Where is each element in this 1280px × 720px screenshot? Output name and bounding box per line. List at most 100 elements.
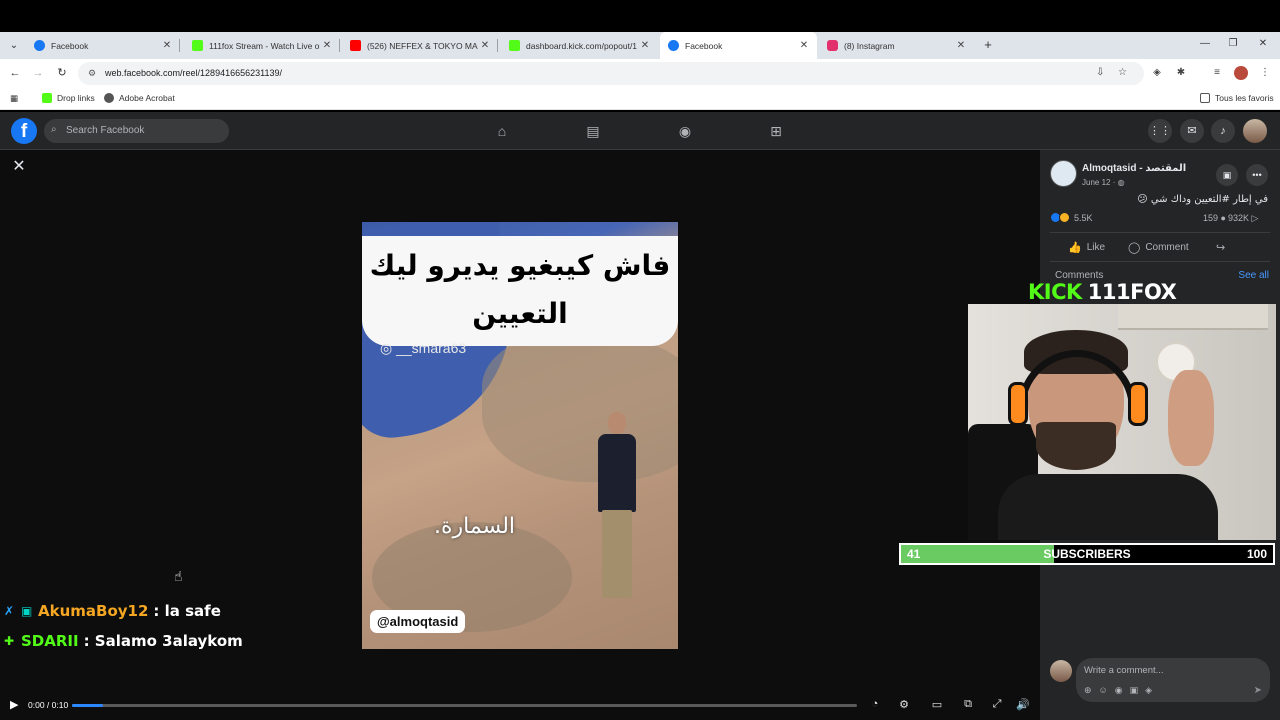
comment-composer: Write a comment... ⊕☺◉▣◈ ➤ <box>1050 658 1270 710</box>
notifications-bell-icon[interactable]: ♪ <box>1211 119 1235 143</box>
facebook-logo-icon[interactable]: f <box>11 118 37 144</box>
groups-icon[interactable]: ◉ <box>675 121 695 141</box>
reel-caption-text: فاش كيبغيو يديرو ليك التعيين <box>362 236 678 346</box>
kick-channel-banner: KICK 111FOX <box>1028 280 1177 304</box>
search-input[interactable]: ⌕ Search Facebook <box>44 119 229 143</box>
more-options-icon[interactable]: ••• <box>1246 164 1268 186</box>
subscriber-current: 41 <box>907 547 921 561</box>
browser-menu-icon[interactable]: ⋮ <box>1258 67 1272 78</box>
close-tab-icon[interactable]: ✕ <box>954 40 968 51</box>
browser-tab[interactable]: 111fox Stream - Watch Live on ✕ <box>184 32 340 59</box>
captions-bubble-icon[interactable]: ◔ <box>868 698 882 710</box>
all-bookmarks[interactable]: Tous les favoris <box>1200 93 1274 103</box>
reel-video[interactable]: فاش كيبغيو يديرو ليك التعيين ◎ __smara63… <box>362 222 678 649</box>
lock-icon[interactable]: ▣ <box>1216 164 1238 186</box>
url-text[interactable]: web.facebook.com/reel/1289416656231139/ <box>105 68 282 78</box>
webcam-background-shelf <box>1118 304 1268 330</box>
post-date: June 12 · ◍ <box>1082 178 1125 187</box>
streamer-figure <box>1168 370 1214 466</box>
haha-reaction-icon <box>1059 212 1070 223</box>
headphones-icon <box>1128 382 1148 426</box>
search-icon: ⌕ <box>51 124 57 135</box>
close-tab-icon[interactable]: ✕ <box>478 40 492 51</box>
bookmark-adobe-acrobat[interactable]: Adobe Acrobat <box>104 93 175 103</box>
account-avatar[interactable] <box>1243 119 1267 143</box>
comment-button[interactable]: ◯ Comment <box>1128 241 1189 254</box>
extensions-puzzle-icon[interactable]: ✱ <box>1174 67 1188 78</box>
video-progress-fill <box>72 704 104 707</box>
minimize-icon[interactable]: — <box>1198 38 1212 49</box>
browser-tab-strip: ⌄ Facebook ✕ 111fox Stream - Watch Live … <box>0 32 1280 59</box>
browser-tab[interactable]: (8) Instagram ✕ <box>819 32 974 59</box>
comment-label: Comment <box>1145 242 1189 253</box>
closed-captions-icon[interactable]: ▭ <box>930 698 944 711</box>
settings-gear-icon[interactable]: ⚙ <box>897 698 911 711</box>
messenger-icon[interactable]: ✉ <box>1180 119 1204 143</box>
tab-title: Facebook <box>685 40 723 51</box>
picture-in-picture-icon[interactable]: ⧉ <box>961 698 975 711</box>
site-info-icon[interactable]: ⚙ <box>88 68 96 79</box>
bookmark-star-icon[interactable]: ☆ <box>1118 67 1127 78</box>
restore-icon[interactable]: ❐ <box>1226 38 1240 49</box>
close-window-icon[interactable]: ✕ <box>1256 38 1270 49</box>
kick-logo-text: KICK <box>1028 280 1082 304</box>
page-avatar[interactable] <box>1050 160 1077 187</box>
close-tab-icon[interactable]: ✕ <box>638 40 652 51</box>
bookmarks-bar: ▦ Drop links Adobe Acrobat Tous les favo… <box>0 88 1280 110</box>
video-progress-bar[interactable] <box>72 704 857 707</box>
tab-title: dashboard.kick.com/popout/1 <box>526 40 638 51</box>
browser-tab[interactable]: (526) NEFFEX & TOKYO MACHI ✕ <box>342 32 498 59</box>
facebook-favicon-icon <box>34 40 45 51</box>
subscriber-goal: 100 <box>1246 547 1267 561</box>
play-icon[interactable]: ▶ <box>10 698 18 711</box>
share-button[interactable]: ↪ <box>1216 241 1230 254</box>
thumbs-up-icon: 👍 <box>1068 242 1082 254</box>
chat-text: : la safe <box>153 602 221 620</box>
menu-grid-icon[interactable]: ⋮⋮ <box>1148 119 1172 143</box>
tab-search-icon[interactable]: ⌄ <box>6 38 22 54</box>
install-app-icon[interactable]: ⇩ <box>1096 67 1104 78</box>
close-tab-icon[interactable]: ✕ <box>160 40 174 51</box>
volume-icon[interactable]: 🔊 <box>1016 698 1030 711</box>
apps-grid-icon[interactable]: ▦ <box>10 93 18 104</box>
reel-viewer: ✕ فاش كيبغيو يديرو ليك التعيين ◎ __smara… <box>0 150 1040 720</box>
search-placeholder: Search Facebook <box>66 125 145 136</box>
comments-count-text: 159 <box>1203 213 1219 223</box>
send-icon[interactable]: ➤ <box>1254 685 1262 696</box>
home-icon[interactable]: ⌂ <box>492 121 512 141</box>
bookmark-drop-links[interactable]: Drop links <box>42 93 95 103</box>
back-icon[interactable]: ← <box>8 66 22 80</box>
page-name[interactable]: Almoqtasid - المقتصد <box>1082 163 1186 174</box>
media-control-icon[interactable]: ≡ <box>1210 67 1224 78</box>
profile-icon[interactable] <box>1234 66 1248 80</box>
browser-tab[interactable]: Facebook ✕ <box>26 32 180 59</box>
like-button[interactable]: 👍 Like <box>1068 241 1105 254</box>
address-bar[interactable]: ⚙ web.facebook.com/reel/1289416656231139… <box>78 62 1144 85</box>
comment-input[interactable]: Write a comment... ⊕☺◉▣◈ ➤ <box>1076 658 1270 702</box>
browser-tab-active[interactable]: Facebook ✕ <box>660 32 817 59</box>
reload-icon[interactable]: ↻ <box>55 66 69 80</box>
instagram-handle: __smara63 <box>396 340 467 356</box>
see-all-link[interactable]: See all <box>1238 270 1269 281</box>
close-icon[interactable]: ✕ <box>10 158 28 176</box>
browser-tab[interactable]: dashboard.kick.com/popout/1 ✕ <box>501 32 658 59</box>
reel-instagram-tag: ◎ __smara63 <box>380 340 466 357</box>
map-terrain <box>482 332 678 482</box>
comments-count[interactable]: 159 ● <box>1203 213 1226 223</box>
marketplace-icon[interactable]: ▤ <box>583 121 603 141</box>
forward-icon[interactable]: → <box>31 66 45 80</box>
sword-badge-icon: ✗ <box>4 603 15 618</box>
post-actions: 👍 Like ◯ Comment ↪ <box>1050 232 1270 262</box>
close-tab-icon[interactable]: ✕ <box>797 40 811 51</box>
all-bookmarks-label: Tous les favoris <box>1215 93 1274 103</box>
like-label: Like <box>1086 242 1106 253</box>
fullscreen-icon[interactable]: ⤢ <box>990 698 1004 711</box>
new-tab-icon[interactable]: + <box>980 37 996 53</box>
gaming-icon[interactable]: ⊞ <box>766 121 786 141</box>
webcam-overlay <box>968 304 1276 540</box>
extension-icon[interactable]: ◈ <box>1150 67 1164 78</box>
reactions-summary[interactable]: 5.5K <box>1050 212 1093 223</box>
subscriber-badge-icon: ✚ <box>4 633 15 648</box>
close-tab-icon[interactable]: ✕ <box>320 40 334 51</box>
composer-tool-icons[interactable]: ⊕☺◉▣◈ <box>1084 685 1159 696</box>
